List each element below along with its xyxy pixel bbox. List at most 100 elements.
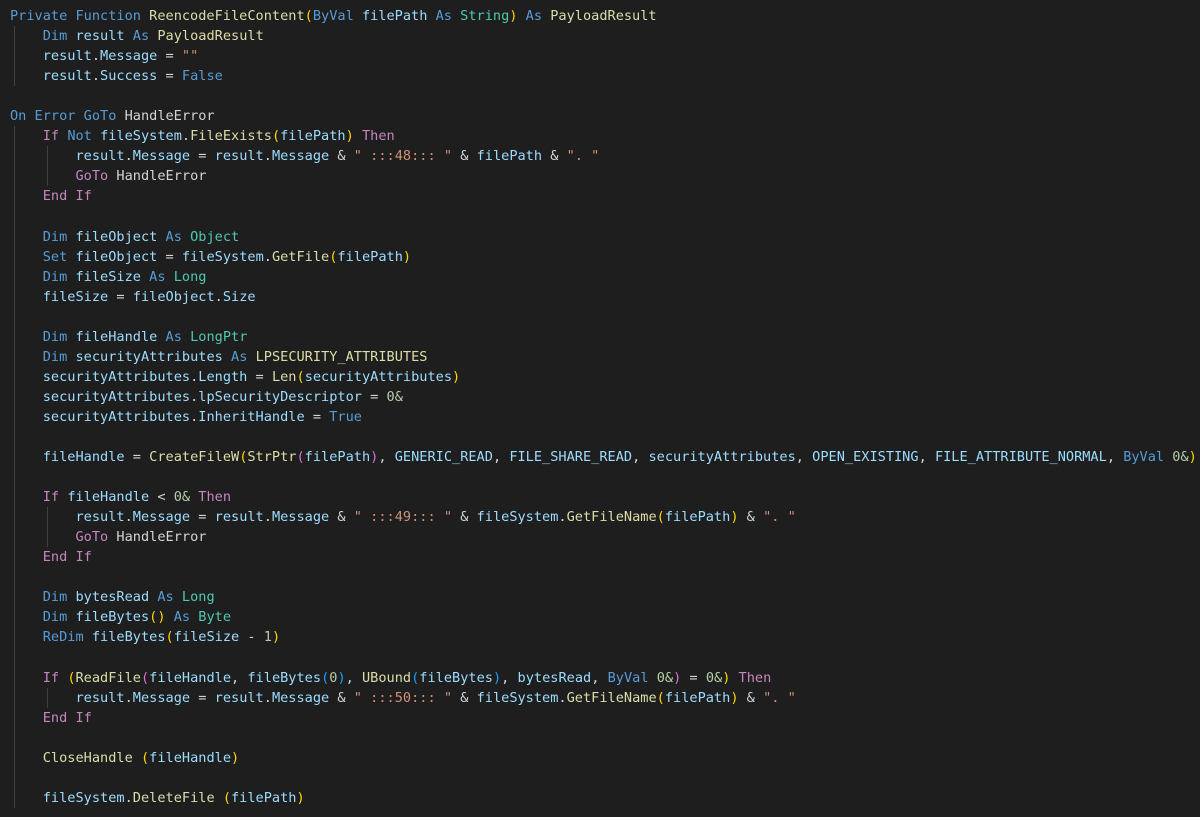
code-token-punct: ,	[632, 449, 649, 466]
code-token-type: LongPtr	[190, 328, 248, 345]
code-token-variable: OPEN_EXISTING	[812, 449, 919, 466]
code-token-keyword: On Error GoTo	[10, 108, 125, 125]
code-token-punct: =	[304, 408, 330, 425]
code-token-punct: <	[149, 489, 174, 506]
code-editor[interactable]: Private Function ReencodeFileContent(ByV…	[0, 0, 1200, 817]
code-token-variable: securityAttributes	[75, 348, 223, 365]
code-token-punct: ,	[1106, 449, 1124, 466]
indent-guide	[14, 587, 15, 608]
indent-guide	[14, 607, 15, 628]
code-line[interactable]	[10, 647, 1200, 668]
code-token-punct: ,	[492, 449, 510, 466]
code-line[interactable]: Private Function ReencodeFileContent(ByV…	[10, 6, 1200, 26]
code-token-punct: .	[124, 148, 133, 165]
code-line[interactable]: result.Message = result.Message & " :::4…	[10, 146, 1200, 167]
code-token-variable: filePath	[664, 689, 731, 706]
code-token-variable: fileObject	[75, 248, 158, 265]
code-line[interactable]	[10, 767, 1200, 788]
code-token-string: " :::48::: "	[353, 148, 453, 165]
code-token-type: Byte	[198, 609, 232, 626]
code-token-paren1: )	[452, 368, 461, 385]
code-line[interactable]: ReDim fileBytes(fileSize - 1)	[10, 627, 1200, 648]
code-token-function: ReencodeFileContent	[149, 8, 305, 24]
code-line[interactable]	[10, 86, 1200, 106]
code-line[interactable]: result.Message = result.Message & " :::4…	[10, 507, 1200, 528]
indent-guide	[14, 627, 15, 648]
code-line[interactable]: securityAttributes.InheritHandle = True	[10, 406, 1200, 427]
indent-guide	[14, 647, 15, 668]
code-token-keyword: Dim	[42, 228, 76, 245]
code-line[interactable]: result.Message = ""	[10, 46, 1200, 67]
code-line[interactable]	[10, 727, 1200, 748]
code-token-string: " :::50::: "	[353, 689, 453, 706]
code-token-punct: .	[263, 148, 272, 165]
code-token-punct: ,	[795, 449, 813, 466]
code-token-paren3: )	[492, 669, 502, 686]
code-line[interactable]: Dim fileBytes() As Byte	[10, 607, 1200, 628]
code-token-variable: InheritHandle	[198, 408, 305, 425]
code-line[interactable]: fileSystem.DeleteFile (filePath)	[10, 787, 1200, 808]
code-line[interactable]: End If	[10, 186, 1200, 207]
code-line[interactable]: End If	[10, 707, 1200, 728]
code-line[interactable]: fileSize = fileObject.Size	[10, 286, 1200, 307]
code-line[interactable]: securityAttributes.lpSecurityDescriptor …	[10, 386, 1200, 407]
code-token-punct: .	[263, 509, 272, 526]
code-token-variable: fileSystem	[181, 248, 264, 265]
code-token-control: If	[42, 669, 68, 686]
code-line[interactable]	[10, 467, 1200, 488]
indent-guide	[14, 186, 15, 207]
code-token-variable: Message	[132, 148, 191, 165]
code-line[interactable]: Dim result As PayloadResult	[10, 26, 1200, 47]
code-token-keyword: ByVal	[312, 8, 362, 24]
code-line[interactable]	[10, 426, 1200, 448]
code-line[interactable]: Dim bytesRead As Long	[10, 587, 1200, 608]
code-token-type: Object	[190, 228, 240, 245]
code-line[interactable]	[10, 306, 1200, 327]
code-token-paren1: (	[165, 629, 174, 646]
code-token-keyword: Dim	[42, 268, 76, 285]
code-token-control: If	[42, 128, 68, 145]
code-token-variable: fileBytes	[75, 609, 150, 626]
code-line[interactable]: fileHandle = CreateFileW(StrPtr(filePath…	[10, 447, 1200, 468]
code-line[interactable]: securityAttributes.Length = Len(security…	[10, 366, 1200, 387]
code-token-punct: =	[681, 669, 706, 686]
code-line[interactable]: Dim securityAttributes As LPSECURITY_ATT…	[10, 346, 1200, 367]
code-token-function: GetFileName	[566, 689, 657, 706]
code-token-variable: securityAttributes	[42, 408, 191, 425]
code-token-string: ". "	[763, 689, 796, 706]
code-line[interactable]: result.Success = False	[10, 66, 1200, 87]
code-token-string: ". "	[763, 509, 796, 526]
code-token-punct: HandleError	[116, 168, 207, 185]
code-token-type_alt: PayloadResult	[157, 28, 264, 45]
code-lines[interactable]: Private Function ReencodeFileContent(ByV…	[10, 6, 1200, 808]
indent-guide	[14, 767, 15, 788]
code-token-punct: &	[452, 689, 477, 706]
code-token-variable: fileHandle	[75, 328, 158, 345]
code-line[interactable]: CloseHandle (fileHandle)	[10, 747, 1200, 768]
code-token-function: ReadFile	[75, 669, 141, 686]
code-line[interactable]: Set fileObject = fileSystem.GetFile(file…	[10, 246, 1200, 267]
indent-guide	[14, 266, 15, 287]
code-line[interactable]: Dim fileHandle As LongPtr	[10, 326, 1200, 347]
code-line[interactable]: Dim fileSize As Long	[10, 266, 1200, 287]
code-token-variable: filePath	[280, 128, 346, 145]
code-line[interactable]: result.Message = result.Message & " :::5…	[10, 687, 1200, 708]
code-line[interactable]: If fileHandle < 0& Then	[10, 487, 1200, 508]
code-line[interactable]: Dim fileObject As Object	[10, 226, 1200, 247]
indent-guide	[14, 146, 15, 167]
code-token-string: ". "	[566, 148, 600, 165]
code-line[interactable]: GoTo HandleError	[10, 527, 1200, 548]
code-line[interactable]: If Not fileSystem.FileExists(filePath) T…	[10, 126, 1200, 147]
code-line[interactable]: GoTo HandleError	[10, 166, 1200, 187]
code-token-function: CreateFileW	[149, 449, 240, 466]
code-line[interactable]: On Error GoTo HandleError	[10, 106, 1200, 126]
code-token-punct: =	[361, 388, 387, 405]
code-line[interactable]	[10, 206, 1200, 227]
code-token-variable: Message	[271, 509, 330, 526]
code-line[interactable]: End If	[10, 547, 1200, 568]
code-line[interactable]: If (ReadFile(fileHandle, fileBytes(0), U…	[10, 667, 1200, 688]
code-line[interactable]	[10, 567, 1200, 588]
